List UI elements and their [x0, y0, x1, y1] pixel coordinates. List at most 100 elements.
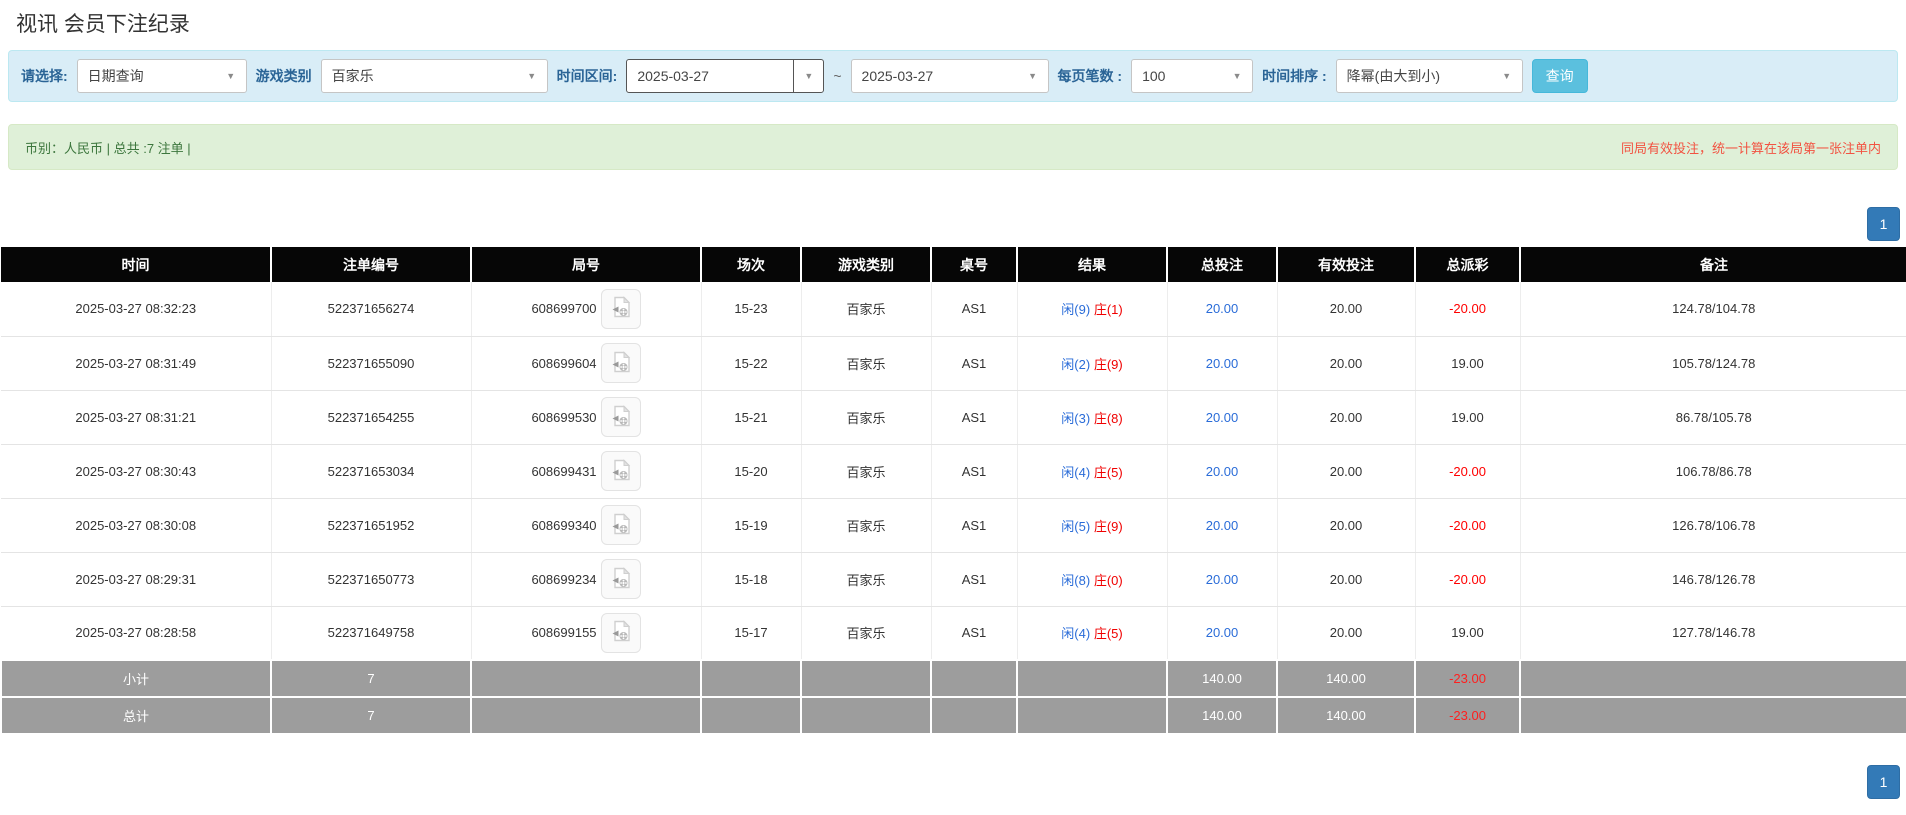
video-replay-button[interactable]: [600, 451, 641, 491]
game-category: 百家乐: [801, 606, 932, 661]
video-replay-button[interactable]: [600, 505, 641, 545]
remark: 146.78/126.78: [1520, 552, 1906, 607]
bet-id: 522371655090: [271, 336, 472, 391]
column-header: 有效投注: [1277, 247, 1416, 282]
payout: 19.00: [1415, 336, 1521, 391]
banker-result: 庄(8): [1093, 410, 1123, 426]
total-bet-link[interactable]: 20.00: [1206, 625, 1239, 640]
subtotal-count: 7: [270, 659, 472, 698]
round-cell: 608699431: [471, 444, 702, 499]
game-category: 百家乐: [801, 552, 932, 607]
page-size-select[interactable]: 100 ▼: [1131, 59, 1254, 93]
subtotal-label: 小计: [0, 659, 272, 698]
bet-time: 2025-03-27 08:30:08: [1, 498, 272, 553]
video-file-icon: [608, 294, 634, 323]
query-type-label: 请选择:: [21, 68, 68, 84]
game-category-label: 游戏类别: [255, 68, 312, 84]
payout: -20.00: [1415, 282, 1521, 337]
date-from-select[interactable]: 2025-03-27 ▼: [626, 59, 825, 93]
search-button[interactable]: 查询: [1531, 59, 1588, 93]
round-cell: 608699530: [471, 390, 702, 445]
total-bet-link[interactable]: 20.00: [1206, 572, 1239, 587]
player-result: 闲(2): [1061, 356, 1091, 372]
banker-result: 庄(1): [1093, 302, 1123, 318]
total-bet-link[interactable]: 20.00: [1206, 356, 1239, 371]
round-id: 608699340: [531, 517, 597, 533]
table-body: 2025-03-27 08:32:23 522371656274 6086997…: [1, 282, 1906, 661]
game-category: 百家乐: [801, 282, 932, 337]
table-number: AS1: [931, 336, 1018, 391]
round-id: 608699234: [531, 571, 597, 587]
remark: 124.78/104.78: [1520, 282, 1906, 337]
bet-time: 2025-03-27 08:28:58: [1, 606, 272, 661]
round-id: 608699431: [531, 463, 597, 479]
remark: 106.78/86.78: [1520, 444, 1906, 499]
video-replay-button[interactable]: [600, 288, 641, 329]
table-number: AS1: [931, 606, 1018, 661]
video-replay-button[interactable]: [600, 397, 641, 437]
video-file-icon: [608, 403, 634, 432]
time-sort-select[interactable]: 降幂(由大到小) ▼: [1335, 59, 1523, 93]
valid-bet: 20.00: [1277, 606, 1416, 661]
result-cell: 闲(4) 庄(5): [1017, 444, 1168, 499]
bet-id: 522371653034: [271, 444, 472, 499]
query-type-value: 日期查询: [87, 68, 144, 84]
bet-id: 522371651952: [271, 498, 472, 553]
page-size-label: 每页笔数 :: [1057, 68, 1123, 84]
page-1-button[interactable]: 1: [1867, 765, 1900, 799]
total-bet-link[interactable]: 20.00: [1206, 464, 1239, 479]
player-result: 闲(4): [1061, 626, 1091, 642]
column-header: 总派彩: [1415, 247, 1521, 282]
pagination-bottom: 1: [0, 765, 1900, 799]
session-number: 15-19: [701, 498, 802, 553]
valid-bet-notice: 同局有效投注，统一计算在该局第一张注单内: [1620, 140, 1881, 156]
table-row: 2025-03-27 08:29:31 522371650773 6086992…: [1, 552, 1906, 607]
bet-time: 2025-03-27 08:31:21: [1, 390, 272, 445]
column-header: 结果: [1017, 247, 1168, 282]
page-1-button[interactable]: 1: [1867, 207, 1900, 241]
total-bet-cell: 20.00: [1167, 498, 1278, 553]
session-number: 15-22: [701, 336, 802, 391]
table-row: 2025-03-27 08:32:23 522371656274 6086997…: [1, 282, 1906, 337]
table-number: AS1: [931, 498, 1018, 553]
video-replay-button[interactable]: [600, 612, 641, 653]
player-result: 闲(4): [1061, 464, 1091, 480]
subtotal-valid-bet: 140.00: [1276, 659, 1416, 698]
grand-total-row: 总计 7 140.00 140.00 -23.00: [0, 696, 1906, 735]
total-bet-link[interactable]: 20.00: [1206, 518, 1239, 533]
bet-id: 522371649758: [271, 606, 472, 661]
column-header: 时间: [1, 247, 272, 282]
table-row: 2025-03-27 08:30:08 522371651952 6086993…: [1, 498, 1906, 553]
game-category-select[interactable]: 百家乐 ▼: [320, 59, 548, 93]
table-number: AS1: [931, 444, 1018, 499]
remark: 126.78/106.78: [1520, 498, 1906, 553]
column-header: 场次: [701, 247, 802, 282]
video-replay-button[interactable]: [600, 343, 641, 383]
game-category: 百家乐: [801, 390, 932, 445]
total-bet-cell: 20.00: [1167, 390, 1278, 445]
remark: 127.78/146.78: [1520, 606, 1906, 661]
round-id: 608699155: [531, 625, 597, 641]
video-replay-button[interactable]: [600, 559, 641, 599]
player-result: 闲(3): [1061, 410, 1091, 426]
video-file-icon: [608, 349, 634, 378]
round-cell: 608699700: [471, 282, 702, 337]
bet-id: 522371650773: [271, 552, 472, 607]
subtotal-payout: -23.00: [1414, 659, 1521, 698]
chevron-down-icon: ▼: [1028, 71, 1037, 81]
currency-total-text: 币别：人民币 | 总共 :7 注单 |: [25, 140, 191, 156]
time-sort-value: 降幂(由大到小): [1346, 68, 1440, 84]
total-bet-link[interactable]: 20.00: [1206, 301, 1239, 316]
column-header: 桌号: [931, 247, 1018, 282]
total-bet-cell: 20.00: [1167, 606, 1278, 661]
chevron-down-icon: ▼: [793, 60, 823, 92]
date-to-select[interactable]: 2025-03-27 ▼: [850, 59, 1049, 93]
column-header: 局号: [471, 247, 702, 282]
query-type-select[interactable]: 日期查询 ▼: [76, 59, 247, 93]
bet-time: 2025-03-27 08:30:43: [1, 444, 272, 499]
round-id: 608699700: [531, 301, 597, 317]
total-bet-link[interactable]: 20.00: [1206, 410, 1239, 425]
page-size-value: 100: [1142, 68, 1166, 84]
table-row: 2025-03-27 08:31:49 522371655090 6086996…: [1, 336, 1906, 391]
filter-bar: 请选择: 日期查询 ▼ 游戏类别 百家乐 ▼ 时间区间: 2025-03-27 …: [8, 50, 1898, 102]
